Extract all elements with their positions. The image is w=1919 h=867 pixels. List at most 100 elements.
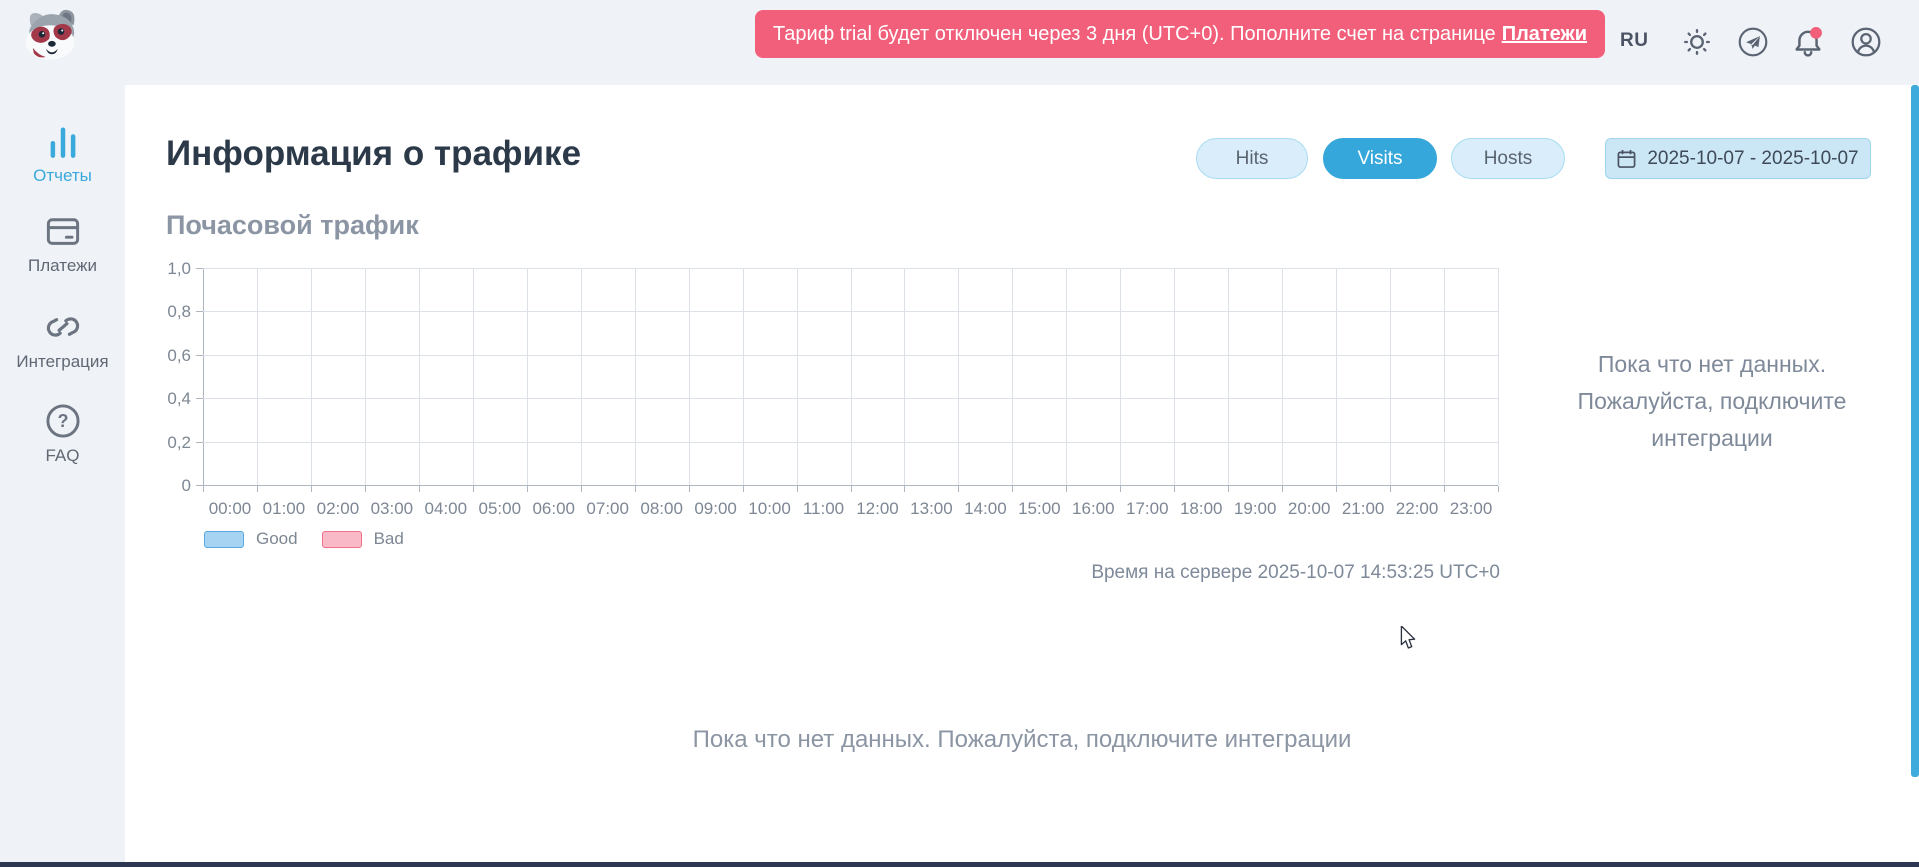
mouse-cursor bbox=[1399, 626, 1417, 650]
tab-hits[interactable]: Hits bbox=[1196, 138, 1308, 179]
v-gridline bbox=[689, 268, 690, 485]
y-axis-label: 0,4 bbox=[145, 389, 191, 409]
hourly-traffic-chart: 1,00,80,60,40,2000:0001:0002:0003:0004:0… bbox=[203, 268, 1498, 485]
notification-dot bbox=[1810, 27, 1822, 39]
v-gridline bbox=[958, 268, 959, 485]
sidebar-item-payments[interactable]: Платежи bbox=[0, 213, 125, 276]
x-axis-label: 22:00 bbox=[1390, 499, 1444, 519]
x-axis-label: 21:00 bbox=[1336, 499, 1390, 519]
legend-item-good: Good bbox=[204, 529, 298, 549]
x-tick bbox=[1120, 486, 1121, 492]
x-tick bbox=[365, 486, 366, 492]
x-tick bbox=[581, 486, 582, 492]
date-range-value: 2025-10-07 - 2025-10-07 bbox=[1647, 148, 1858, 170]
x-tick bbox=[797, 486, 798, 492]
v-gridline bbox=[635, 268, 636, 485]
legend-swatch bbox=[204, 531, 244, 548]
v-gridline bbox=[1120, 268, 1121, 485]
bar-chart-icon bbox=[45, 123, 81, 159]
x-tick bbox=[1174, 486, 1175, 492]
sidebar-item-faq[interactable]: ? FAQ bbox=[0, 403, 125, 466]
x-axis-label: 13:00 bbox=[904, 499, 958, 519]
x-axis-label: 16:00 bbox=[1066, 499, 1120, 519]
raccoon-logo[interactable] bbox=[22, 8, 80, 64]
x-tick bbox=[1228, 486, 1229, 492]
v-gridline bbox=[473, 268, 474, 485]
x-tick bbox=[1066, 486, 1067, 492]
x-axis-label: 04:00 bbox=[419, 499, 473, 519]
x-tick bbox=[958, 486, 959, 492]
tab-visits[interactable]: Visits bbox=[1323, 138, 1437, 179]
scrollbar-thumb[interactable] bbox=[1911, 85, 1919, 777]
v-gridline bbox=[365, 268, 366, 485]
x-axis-label: 12:00 bbox=[851, 499, 905, 519]
sidebar-item-label: FAQ bbox=[45, 446, 79, 466]
x-axis-label: 07:00 bbox=[581, 499, 635, 519]
v-gridline bbox=[419, 268, 420, 485]
no-data-message-side: Пока что нет данных. Пожалуйста, подключ… bbox=[1532, 346, 1892, 457]
x-axis-label: 08:00 bbox=[635, 499, 689, 519]
v-gridline bbox=[311, 268, 312, 485]
topbar: Тариф trial будет отключен через 3 дня (… bbox=[0, 0, 1919, 85]
legend-label: Good bbox=[256, 529, 298, 549]
v-gridline bbox=[527, 268, 528, 485]
y-tick bbox=[196, 268, 203, 269]
chart-legend: Good Bad bbox=[204, 529, 404, 549]
x-tick bbox=[851, 486, 852, 492]
sidebar-item-integration[interactable]: Интеграция bbox=[0, 309, 125, 372]
v-gridline bbox=[904, 268, 905, 485]
y-axis-label: 0 bbox=[145, 476, 191, 496]
server-time: Время на сервере 2025-10-07 14:53:25 UTC… bbox=[900, 562, 1500, 584]
x-axis-label: 06:00 bbox=[527, 499, 581, 519]
x-axis-label: 00:00 bbox=[203, 499, 257, 519]
x-axis-label: 10:00 bbox=[743, 499, 797, 519]
y-tick bbox=[196, 355, 203, 356]
v-gridline bbox=[1336, 268, 1337, 485]
svg-text:?: ? bbox=[57, 411, 68, 431]
sidebar-item-label: Интеграция bbox=[16, 352, 108, 372]
sidebar-item-label: Платежи bbox=[28, 256, 97, 276]
x-axis-label: 23:00 bbox=[1444, 499, 1498, 519]
calendar-icon bbox=[1617, 149, 1636, 169]
x-tick bbox=[473, 486, 474, 492]
language-switcher[interactable]: RU bbox=[1620, 30, 1648, 52]
profile-icon bbox=[1851, 27, 1881, 57]
x-tick bbox=[1282, 486, 1283, 492]
x-axis-label: 19:00 bbox=[1228, 499, 1282, 519]
link-icon bbox=[45, 309, 81, 345]
legend-label: Bad bbox=[374, 529, 404, 549]
profile-button[interactable] bbox=[1851, 27, 1881, 57]
question-circle-icon: ? bbox=[45, 403, 81, 439]
x-tick bbox=[1444, 486, 1445, 492]
x-tick bbox=[904, 486, 905, 492]
x-axis-label: 11:00 bbox=[797, 499, 851, 519]
legend-swatch bbox=[322, 531, 362, 548]
sidebar-item-reports[interactable]: Отчеты bbox=[0, 123, 125, 186]
telegram-button[interactable] bbox=[1738, 27, 1768, 57]
y-axis-label: 0,8 bbox=[145, 302, 191, 322]
telegram-icon bbox=[1738, 27, 1768, 57]
sidebar-item-label: Отчеты bbox=[33, 166, 92, 186]
x-axis-label: 20:00 bbox=[1282, 499, 1336, 519]
x-tick bbox=[311, 486, 312, 492]
sun-icon bbox=[1682, 27, 1712, 57]
x-axis-label: 02:00 bbox=[311, 499, 365, 519]
payments-link[interactable]: Платежи bbox=[1502, 23, 1587, 46]
v-gridline bbox=[743, 268, 744, 485]
x-tick bbox=[1498, 486, 1499, 492]
y-tick bbox=[196, 398, 203, 399]
x-tick bbox=[743, 486, 744, 492]
v-gridline bbox=[1444, 268, 1445, 485]
no-data-message-bottom: Пока что нет данных. Пожалуйста, подключ… bbox=[125, 726, 1919, 754]
v-gridline bbox=[257, 268, 258, 485]
y-tick bbox=[196, 311, 203, 312]
credit-card-icon bbox=[45, 213, 81, 249]
tab-hosts[interactable]: Hosts bbox=[1451, 138, 1565, 179]
notifications-button[interactable] bbox=[1793, 27, 1823, 57]
bell-icon bbox=[1793, 27, 1823, 57]
x-tick bbox=[635, 486, 636, 492]
bottom-edge-bar bbox=[0, 862, 1919, 867]
theme-toggle-button[interactable] bbox=[1682, 27, 1712, 57]
sidebar: Отчеты Платежи Интеграция ? FAQ bbox=[0, 85, 125, 862]
date-range-picker[interactable]: 2025-10-07 - 2025-10-07 bbox=[1605, 138, 1871, 179]
